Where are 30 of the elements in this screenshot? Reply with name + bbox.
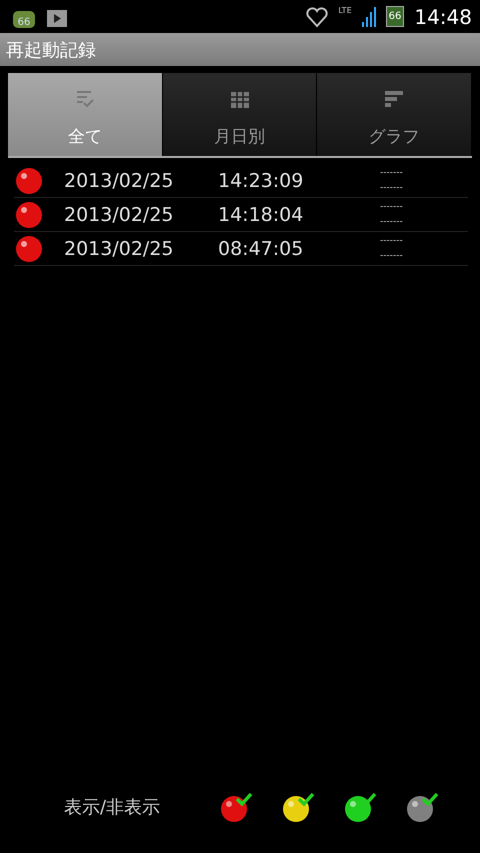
tab[interactable]: グラフ — [317, 73, 472, 156]
signal-icon — [362, 6, 376, 26]
calendar-icon — [230, 89, 250, 109]
badge-count: 66 — [18, 16, 30, 28]
filter-toggle[interactable] — [344, 791, 378, 823]
dash-text: ------- — [380, 166, 403, 180]
dash-text: ------- — [380, 216, 403, 228]
heart-icon — [306, 6, 328, 28]
date-text: 2013/02/25 — [64, 170, 175, 192]
tab[interactable]: 月日別 — [162, 73, 318, 156]
date-text: 2013/02/25 — [64, 238, 175, 260]
date-text: 2013/02/25 — [64, 204, 175, 226]
filter-toggle[interactable] — [220, 791, 254, 823]
network-label: LTE — [338, 6, 352, 15]
filter-toggle[interactable] — [282, 791, 316, 823]
window-title: 再起動記録 — [0, 33, 480, 66]
time-text: 08:47:05 — [218, 238, 304, 260]
clock: 14:48 — [414, 4, 472, 28]
battery-level: 66 — [386, 6, 404, 27]
filter-toggle[interactable] — [406, 791, 440, 823]
dash-text: ------- — [380, 182, 403, 194]
time-text: 14:23:09 — [218, 170, 304, 192]
checklist-icon — [74, 89, 95, 109]
time-text: 14:18:04 — [218, 204, 304, 226]
tab[interactable]: 全て — [8, 73, 163, 156]
dash-text: ------- — [380, 250, 403, 262]
show-hide-label: 表示/非表示 — [64, 796, 162, 819]
dash-text: ------- — [380, 200, 403, 214]
dash-text: ------- — [380, 234, 403, 248]
bars-icon — [384, 89, 404, 109]
